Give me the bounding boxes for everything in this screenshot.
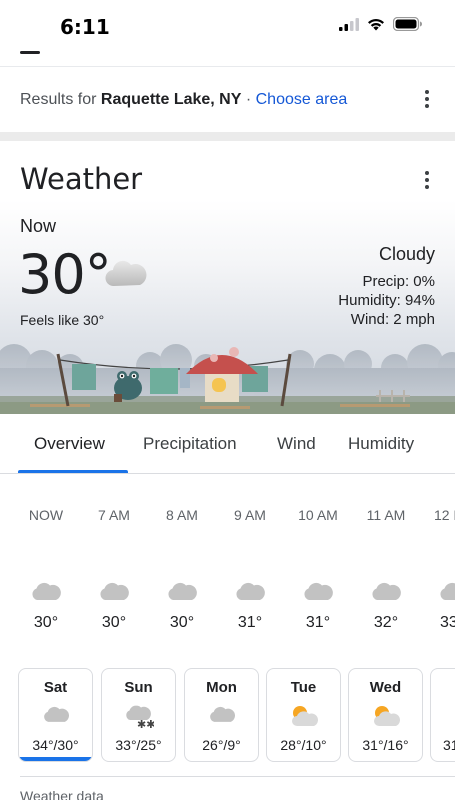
day-card-sat[interactable]: Sat 34°/30° [18, 668, 93, 762]
cloud-icon [424, 580, 455, 602]
cloud-icon [220, 580, 280, 602]
results-location: Raquette Lake, NY [100, 91, 242, 108]
day-card-partial[interactable]: 31 [430, 668, 455, 762]
status-icons [339, 17, 423, 31]
section-divider [0, 132, 455, 141]
weather-details: Precip: 0% Humidity: 94% Wind: 2 mph [338, 272, 435, 329]
day-card-tue[interactable]: Tue 28°/10° [266, 668, 341, 762]
hour-temp: 30° [33, 614, 59, 631]
snow-cloud-icon: ✱✱ [102, 704, 175, 730]
humidity-value: Humidity: 94% [338, 292, 435, 309]
partly-sunny-icon [267, 704, 340, 728]
hour-label: 9 AM [234, 507, 266, 523]
header-dash [20, 51, 40, 54]
cloud-icon [152, 580, 212, 602]
tab-humidity[interactable]: Humidity [348, 434, 414, 454]
wind-value: Wind: 2 mph [350, 311, 435, 328]
day-card-wed[interactable]: Wed 31°/16° [348, 668, 423, 762]
hour-label: 7 AM [98, 507, 130, 523]
cloud-icon [16, 580, 76, 602]
day-temps: 31°/16° [362, 737, 409, 753]
results-text: Results for Raquette Lake, NY · Choose a… [20, 91, 347, 109]
results-more-icon[interactable] [417, 89, 437, 109]
cloud-icon [288, 580, 348, 602]
results-prefix: Results for [20, 91, 97, 108]
choose-area-link[interactable]: Choose area [256, 91, 348, 108]
hour-temp: 32° [373, 614, 399, 631]
day-temps: 26°/9° [202, 737, 241, 753]
current-temperature: 30° [18, 243, 112, 306]
hour-temp: 31° [305, 614, 331, 631]
day-temps: 28°/10° [280, 737, 327, 753]
active-tab-indicator [18, 470, 128, 473]
battery-icon [393, 17, 422, 31]
day-name: Mon [206, 679, 237, 696]
cloud-icon [185, 704, 258, 724]
cloud-icon [84, 580, 144, 602]
wifi-icon [368, 18, 384, 30]
day-card-sun[interactable]: Sun ✱✱ 33°/25° [101, 668, 176, 762]
day-name: Tue [290, 679, 317, 696]
svg-text:✱✱: ✱✱ [137, 718, 154, 730]
partly-sunny-icon [349, 704, 422, 728]
results-row: Results for Raquette Lake, NY · Choose a… [0, 66, 455, 132]
hour-label: 11 AM [366, 507, 406, 523]
day-name: Wed [369, 679, 402, 696]
status-bar: 6:11 [0, 0, 455, 56]
results-separator: · [241, 91, 256, 108]
tab-overview[interactable]: Overview [34, 434, 105, 454]
precip-value: Precip: 0% [362, 273, 435, 290]
weather-condition: Cloudy [378, 244, 435, 264]
weather-data-footer[interactable]: Weather data [20, 788, 104, 800]
cloud-icon [19, 704, 92, 724]
cloud-icon [356, 580, 416, 602]
weather-illustration [0, 344, 455, 414]
day-name: Sat [43, 679, 68, 696]
hour-label: 10 AM [298, 507, 338, 523]
hour-label: NOW [28, 507, 64, 523]
status-time: 6:11 [60, 15, 110, 39]
day-temps: 31 [443, 737, 455, 753]
tab-wind[interactable]: Wind [277, 434, 316, 454]
weather-tabs: Overview Precipitation Wind Humidity [0, 414, 455, 474]
footer-divider [20, 776, 455, 777]
now-label: Now [20, 216, 57, 236]
cloud-icon [104, 256, 148, 293]
tab-precipitation[interactable]: Precipitation [143, 434, 237, 454]
hour-label: 12 P [434, 507, 455, 523]
day-temps: 33°/25° [115, 737, 162, 753]
weather-more-icon[interactable] [417, 170, 437, 190]
hour-temp: 30° [101, 614, 127, 631]
day-card-mon[interactable]: Mon 26°/9° [184, 668, 259, 762]
day-name: Sun [124, 679, 153, 696]
hour-temp: 30° [169, 614, 195, 631]
hour-temp: 33 [440, 614, 455, 631]
cellular-signal-icon [339, 17, 359, 31]
hour-label: 8 AM [166, 507, 198, 523]
hour-temp: 31° [237, 614, 263, 631]
selected-day-indicator [19, 757, 92, 761]
weather-title: Weather [20, 162, 143, 196]
day-temps: 34°/30° [32, 737, 79, 753]
feels-like: Feels like 30° [20, 312, 105, 328]
